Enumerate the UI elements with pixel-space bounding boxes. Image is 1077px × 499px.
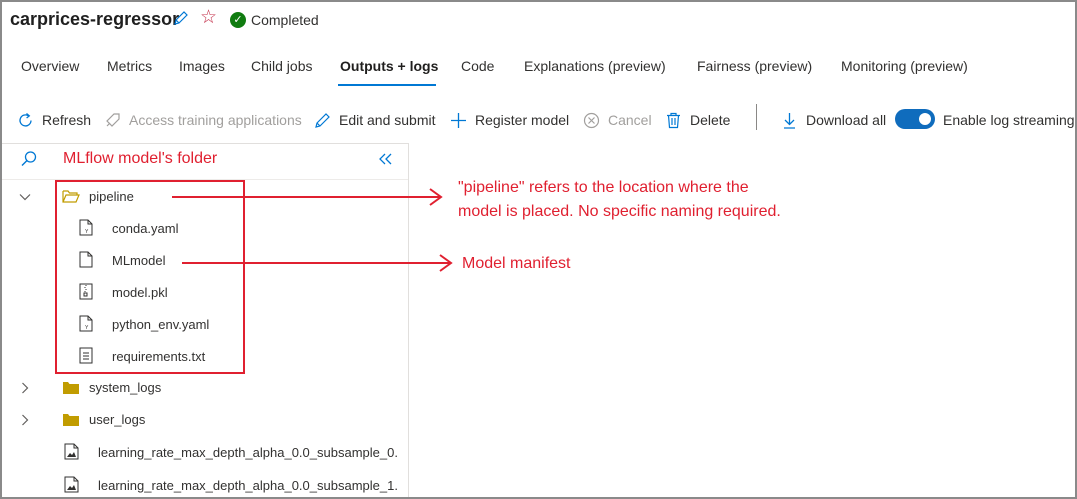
annotation-arrows <box>172 188 453 272</box>
